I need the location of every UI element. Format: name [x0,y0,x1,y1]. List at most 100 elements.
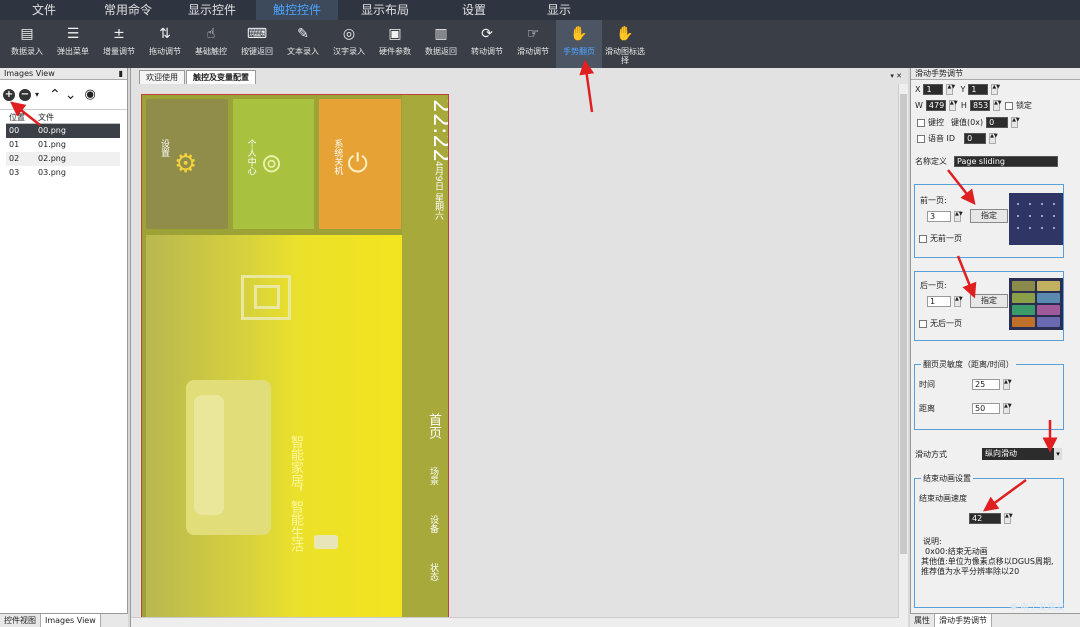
table-row[interactable]: 02 02.png [6,152,120,166]
tool-chinese-input[interactable]: ◎ 汉字录入 [326,20,372,68]
remove-image-button[interactable]: − [19,88,31,101]
tab-touch-config[interactable]: 触控及变量配置 [186,70,256,84]
tab-properties[interactable]: 属性 [910,614,935,627]
prev-page-spinner[interactable]: ▲▼ [954,210,963,222]
voice-id-field[interactable]: 0 [964,133,987,144]
h-spinner[interactable]: ▲▼ [992,100,1002,111]
tool-text-entry[interactable]: ✎ 文本录入 [280,20,326,68]
x-field[interactable]: 1 [923,84,944,95]
close-tab-icon[interactable]: ▾ ✕ [890,72,902,80]
tab-gesture-slide[interactable]: 滑动手势调节 [935,614,992,627]
tab-control-view[interactable]: 控件视图 [0,614,41,627]
distance-row: 距离 50 ▲▼ [919,403,1012,414]
table-row[interactable]: 00 00.png [6,124,120,138]
tab-welcome[interactable]: 欢迎使用 [139,70,185,84]
tool-basic-touch[interactable]: ☝ 基础触控 [188,20,234,68]
tool-label: 拖动调节 [149,47,181,56]
key-value-field[interactable]: 0 [986,117,1009,128]
table-row[interactable]: 03 03.png [6,166,120,180]
next-assign-button[interactable]: 指定 [970,294,1008,308]
dropdown-arrow-icon[interactable]: ▾ [35,90,39,99]
anim-speed-spinner[interactable]: ▲▼ [1004,513,1013,524]
key-checkbox[interactable] [917,118,925,127]
nav-device[interactable]: 设备 [427,515,440,533]
h-field[interactable]: 853 [969,100,990,111]
menu-common[interactable]: 常用命令 [88,0,168,20]
horizontal-scrollbar[interactable] [131,617,899,627]
slogan: 智能家居，智能生活 [288,435,303,552]
y-spinner[interactable]: ▲▼ [991,84,1000,95]
tool-data-entry[interactable]: ▤ 数据录入 [4,20,50,68]
device-screen[interactable]: 设置 ⚙ 个人中心 ⊚ 系统关机 ⏻ 22:22 4月9日 星期六 智能家居，智… [141,94,449,627]
tile-shutdown[interactable]: 系统关机 ⏻ [319,99,402,229]
next-page-preview [1009,278,1063,330]
logo-icon: ◉ [1010,601,1018,612]
w-spinner[interactable]: ▲▼ [948,100,958,111]
tile-settings[interactable]: 设置 ⚙ [146,99,228,229]
move-up-icon[interactable]: ⌃ [49,87,61,103]
menu-file[interactable]: 文件 [0,0,88,20]
tool-key-return[interactable]: ⌨ 按键返回 [234,20,280,68]
menu-display[interactable]: 显示 [516,0,602,20]
chevron-down-icon[interactable]: ▾ [1054,448,1062,460]
tool-label: 数据录入 [11,47,43,56]
cell-file: 01.png [38,140,66,149]
prev-assign-button[interactable]: 指定 [970,209,1008,223]
no-next-checkbox[interactable] [919,319,927,328]
note-title: 说明: [923,537,942,546]
prev-page-field[interactable]: 3 [927,210,951,222]
tool-rotate-adjust[interactable]: ⟳ 转动调节 [464,20,510,68]
distance-spinner[interactable]: ▲▼ [1003,403,1012,414]
right-bottom-tabs: 属性 滑动手势调节 [910,613,1080,627]
key-value-spinner[interactable]: ▲▼ [1011,117,1020,128]
tool-slide-adjust[interactable]: ☞ 滑动调节 [510,20,556,68]
distance-field[interactable]: 50 [972,403,1000,414]
scroll-thumb[interactable] [900,94,907,554]
y-field[interactable]: 1 [968,84,989,95]
tool-drag-adjust[interactable]: ⇅ 拖动调节 [142,20,188,68]
name-field[interactable]: Page sliding [954,156,1058,167]
table-row[interactable]: 01 01.png [6,138,120,152]
nav-scene[interactable]: 场景 [427,467,440,485]
time-label: 时间 [919,380,935,389]
voice-id-spinner[interactable]: ▲▼ [989,133,998,144]
nav-home[interactable]: 首页 [424,413,443,439]
no-prev-checkbox[interactable] [919,234,927,243]
next-page-spinner[interactable]: ▲▼ [954,295,963,307]
next-page-field[interactable]: 1 [927,295,951,307]
slide-mode-select[interactable]: 纵向滑动 ▾ [982,448,1062,460]
nav-status[interactable]: 状态 [427,563,440,581]
anim-speed-field[interactable]: 42 [969,513,1001,524]
tool-gesture-page[interactable]: ✋ 手势翻页 [556,20,602,68]
x-spinner[interactable]: ▲▼ [946,84,955,95]
drag-adjust-icon: ⇅ [159,25,171,42]
tool-label: 硬件参数 [379,47,411,56]
tool-hardware[interactable]: ▣ 硬件参数 [372,20,418,68]
cell-file: 02.png [38,154,66,163]
time-spinner[interactable]: ▲▼ [1003,379,1012,390]
menu-settings[interactable]: 设置 [432,0,516,20]
tool-slide-icon-select[interactable]: ✋ 滑动图标选择 [602,20,648,68]
lock-checkbox[interactable] [1004,101,1013,110]
tab-images-view[interactable]: Images View [41,614,101,627]
pin-icon[interactable]: ▮ [119,68,123,79]
picture-frame [254,285,280,309]
w-field[interactable]: 479 [925,100,946,111]
voice-checkbox[interactable] [917,134,925,143]
tool-increment[interactable]: ± 增量调节 [96,20,142,68]
tool-popup-menu[interactable]: ☰ 弹出菜单 [50,20,96,68]
time-field[interactable]: 25 [972,379,1000,390]
add-image-button[interactable]: + [3,88,15,101]
tool-data-return[interactable]: ▥ 数据返回 [418,20,464,68]
eye-icon[interactable]: ◉ [84,87,95,102]
tile-profile[interactable]: 个人中心 ⊚ [232,99,315,229]
vertical-scrollbar[interactable] [898,84,908,627]
move-down-icon[interactable]: ⌄ [65,87,77,103]
menu-display-controls[interactable]: 显示控件 [168,0,256,20]
menu-touch-controls[interactable]: 触控控件 [256,0,338,20]
menu-layout[interactable]: 显示布局 [338,0,432,20]
header-position[interactable]: 位置 [6,112,38,123]
property-panel: 滑动手势调节 X 1 ▲▼ Y 1 ▲▼ W 479 ▲▼ H 853 ▲▼ 锁定 键控 键值(… [910,68,1080,627]
anim-speed-label-row: 结束动画速度 [919,493,967,504]
header-file[interactable]: 文件 [38,112,120,123]
